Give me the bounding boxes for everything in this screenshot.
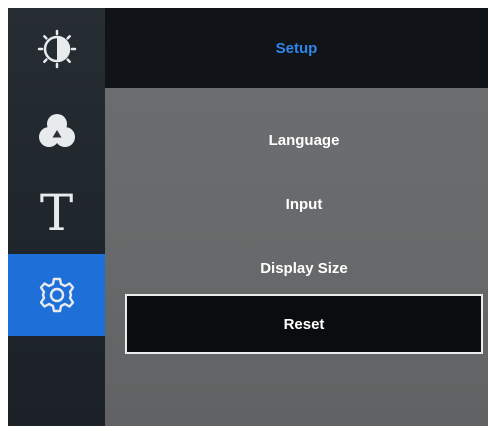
menu-item-label: Display Size [260, 259, 348, 277]
sidebar: T [8, 8, 105, 426]
gear-icon [39, 277, 74, 313]
menu-item-reset[interactable]: Reset [125, 294, 483, 354]
menu-header: Setup [105, 8, 488, 88]
brightness-icon [37, 29, 76, 69]
text-icon: T [39, 184, 74, 242]
sidebar-item-color[interactable] [8, 90, 105, 172]
page-title: Setup [275, 39, 318, 57]
menu-item-label: Reset [283, 315, 325, 333]
menu-item-label: Input [285, 195, 323, 213]
menu-item-display-size[interactable]: Display Size [125, 238, 483, 298]
osd-menu: T Setup Language Input Display Size Rese… [8, 8, 488, 426]
menu-panel: Language Input Display Size Reset [105, 88, 488, 426]
sidebar-item-setup[interactable] [8, 254, 105, 336]
menu-item-label: Language [268, 131, 340, 149]
menu-item-language[interactable]: Language [125, 110, 483, 170]
sidebar-item-brightness[interactable] [8, 8, 105, 90]
sidebar-item-text[interactable]: T [8, 172, 105, 254]
color-icon [38, 114, 75, 147]
menu-item-input[interactable]: Input [125, 174, 483, 234]
